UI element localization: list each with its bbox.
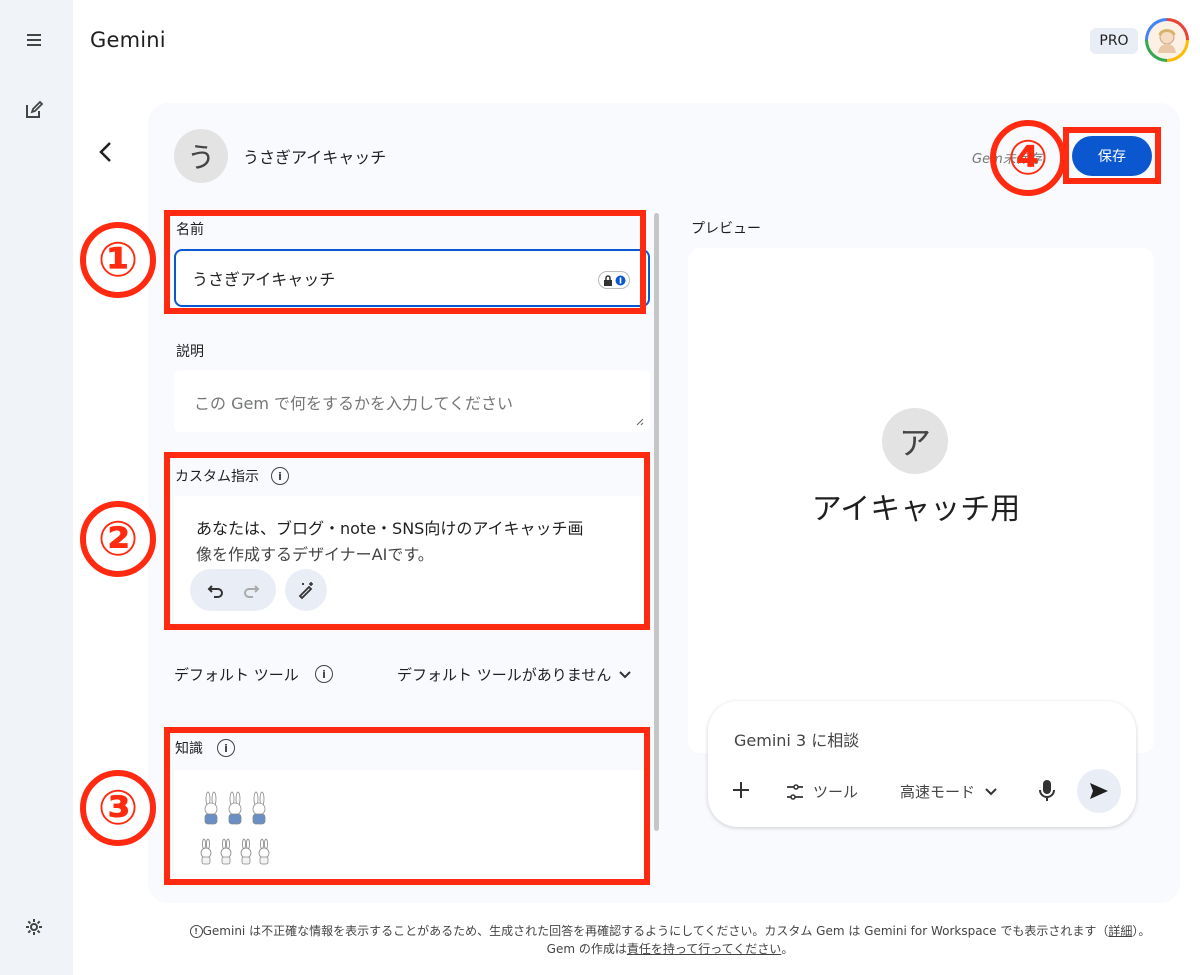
description-input[interactable]: この Gem で何をするかを入力してください	[174, 370, 650, 432]
avatar[interactable]	[1145, 18, 1189, 62]
preview-avatar: ア	[882, 408, 948, 474]
plan-badge: PRO	[1090, 28, 1138, 54]
tools-sliders-icon	[787, 783, 803, 800]
app-title[interactable]: Gemini	[90, 28, 166, 52]
gem-title: うさぎアイキャッチ	[243, 148, 387, 167]
gear-icon	[26, 919, 42, 935]
settings-button[interactable]	[17, 910, 51, 944]
add-attachment-button[interactable]	[731, 779, 751, 805]
send-icon	[1090, 783, 1108, 799]
resize-grip-icon[interactable]	[634, 416, 644, 426]
mode-dropdown[interactable]: 高速モード	[900, 781, 997, 802]
footer-disclaimer: ! Gemini は不正確な情報を表示することがあるため、生成された回答を再確認す…	[150, 922, 1190, 958]
annotation-number-4: ④	[990, 120, 1066, 196]
footer-line2-text: Gem の作成は	[546, 942, 627, 956]
new-chat-button[interactable]	[17, 93, 51, 127]
form-scrollbar[interactable]	[654, 213, 659, 831]
default-tools-label: デフォルト ツール	[174, 666, 299, 684]
chevron-down-icon	[985, 787, 997, 795]
annotation-number-2: ②	[80, 501, 156, 577]
annotation-box-3	[164, 727, 650, 885]
annotation-number-3: ③	[80, 770, 156, 846]
annotation-box-1	[164, 210, 646, 314]
tools-label: ツール	[813, 783, 859, 801]
footer-responsibility-link[interactable]: 責任を持って行ってください	[627, 942, 781, 956]
default-tools-value: デフォルト ツールがありません	[397, 666, 612, 684]
default-tools-dropdown[interactable]: デフォルト ツールがありません	[397, 664, 632, 685]
chevron-left-icon	[99, 142, 111, 162]
footer-line2-suffix: 。	[781, 942, 794, 956]
footer-info-icon: !	[189, 925, 203, 938]
gem-icon: う	[174, 129, 228, 183]
menu-button[interactable]	[17, 23, 51, 57]
footer-line-2: Gem の作成は責任を持って行ってください。	[150, 940, 1190, 958]
preview-label: プレビュー	[691, 221, 761, 237]
plus-icon	[733, 782, 749, 798]
menu-icon	[27, 34, 41, 46]
left-rail	[0, 0, 73, 975]
footer-line-1: ! Gemini は不正確な情報を表示することがあるため、生成された回答を再確認す…	[150, 922, 1190, 940]
description-label: 説明	[176, 344, 204, 360]
avatar-image	[1148, 21, 1186, 59]
footer-line1-suffix: ）。	[1132, 924, 1151, 938]
description-placeholder: この Gem で何をするかを入力してください	[194, 394, 514, 413]
tools-button[interactable]: ツール	[785, 781, 858, 802]
chat-input-box[interactable]	[708, 701, 1136, 827]
footer-line1-text: Gemini は不正確な情報を表示することがあるため、生成された回答を再確認する…	[202, 924, 1109, 938]
annotation-number-1: ①	[80, 222, 156, 298]
user-illustration-icon	[1158, 29, 1176, 53]
chat-input-placeholder[interactable]: Gemini 3 に相談	[734, 727, 859, 751]
back-button[interactable]	[88, 134, 124, 170]
chevron-down-icon	[619, 670, 632, 678]
annotation-box-4	[1063, 127, 1161, 184]
annotation-box-2	[164, 452, 650, 630]
preview-title: アイキャッチ用	[811, 492, 1021, 527]
send-button[interactable]	[1077, 769, 1121, 813]
microphone-icon[interactable]	[1036, 778, 1058, 804]
default-tools-info-icon[interactable]: i	[315, 665, 333, 683]
edit-icon	[26, 100, 44, 118]
footer-details-link[interactable]: 詳細	[1108, 924, 1132, 938]
mode-label: 高速モード	[900, 783, 976, 801]
